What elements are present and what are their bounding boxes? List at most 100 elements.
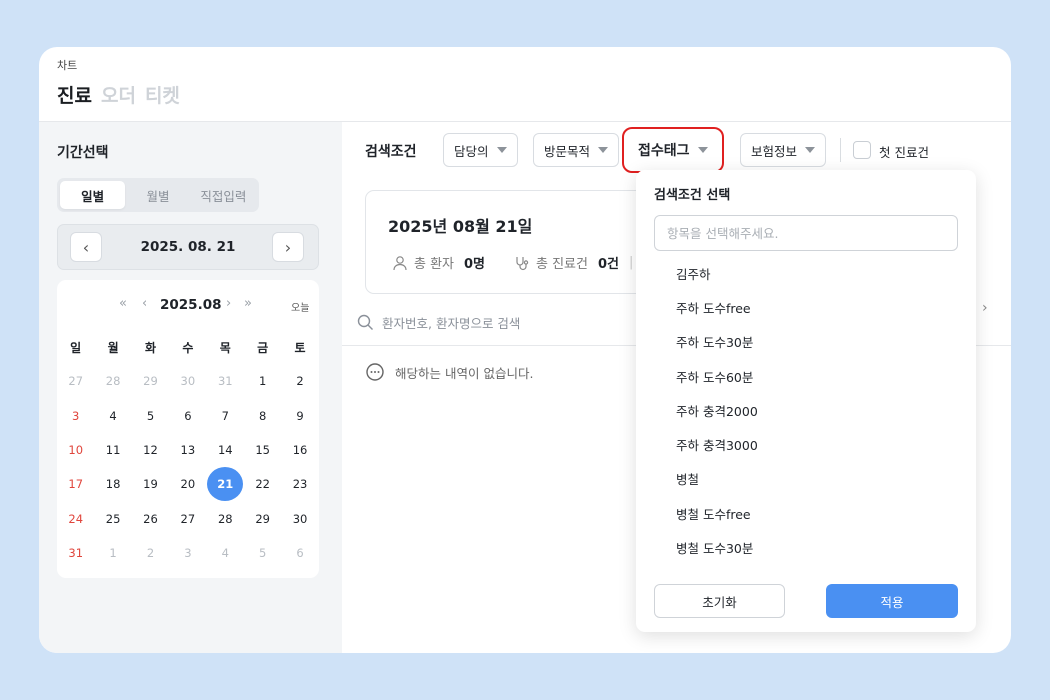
calendar-day[interactable]: 29 — [244, 501, 281, 535]
calendar-day[interactable]: 31 — [207, 364, 244, 398]
calendar-day[interactable]: 31 — [57, 536, 94, 570]
total-visits-stat: 총 진료건 0건 | — [514, 253, 633, 272]
calendar-day-number: 6 — [184, 408, 192, 423]
next-year-icon[interactable]: » — [244, 296, 252, 311]
dropdown-option[interactable]: 병철 도수30분 — [676, 530, 758, 564]
weekday-label: 수 — [182, 340, 194, 355]
calendar-day[interactable]: 5 — [132, 399, 169, 433]
total-patients-stat: 총 환자 0명 — [392, 253, 485, 272]
date-selector: ‹ 2025. 08. 21 › — [57, 224, 319, 270]
header: 차트 진료 오더 티켓 — [39, 47, 1011, 122]
period-title: 기간선택 — [57, 145, 109, 161]
calendar-day[interactable]: 3 — [169, 536, 206, 570]
apply-button[interactable]: 적용 — [826, 584, 958, 618]
mode-monthly[interactable]: 월별 — [125, 181, 190, 209]
calendar-day[interactable]: 27 — [57, 364, 94, 398]
dropdown-option[interactable]: 주하 도수60분 — [676, 359, 758, 393]
calendar-day[interactable]: 18 — [94, 467, 131, 501]
calendar-day[interactable]: 30 — [281, 501, 318, 535]
calendar-day[interactable]: 23 — [281, 467, 318, 501]
calendar-day[interactable]: 12 — [132, 433, 169, 467]
prev-year-icon[interactable]: « — [119, 296, 127, 311]
calendar-day[interactable]: 13 — [169, 433, 206, 467]
total-visits-value: 0건 — [597, 257, 619, 272]
visit-purpose-filter-button[interactable]: 방문목적 — [533, 133, 620, 167]
first-visit-checkbox[interactable] — [853, 141, 871, 159]
calendar-day[interactable]: 20 — [169, 467, 206, 501]
calendar-day[interactable]: 28 — [207, 501, 244, 535]
calendar-day[interactable]: 15 — [244, 433, 281, 467]
insurance-filter-button[interactable]: 보험정보 — [740, 133, 827, 167]
today-button[interactable]: 오늘 — [291, 299, 309, 314]
calendar-day[interactable]: 25 — [94, 501, 131, 535]
reset-button[interactable]: 초기화 — [654, 584, 785, 618]
calendar-day[interactable]: 4 — [207, 536, 244, 570]
calendar-day[interactable]: 28 — [94, 364, 131, 398]
calendar-day-number: 3 — [184, 545, 192, 560]
dropdown-option[interactable]: 주하 충격2000 — [676, 393, 758, 427]
dropdown-option[interactable]: 병철 도수free — [676, 496, 758, 530]
dropdown-option[interactable]: 주하 도수free — [676, 290, 758, 324]
next-month-icon[interactable]: › — [226, 296, 231, 311]
calendar-day[interactable]: 9 — [281, 399, 318, 433]
calendar-day[interactable]: 8 — [244, 399, 281, 433]
calendar-day[interactable]: 16 — [281, 433, 318, 467]
total-patients-label: 총 환자 — [414, 257, 455, 272]
doctor-filter-label: 담당의 — [454, 143, 489, 159]
calendar-day[interactable]: 3 — [57, 399, 94, 433]
dropdown-option[interactable]: 김주하 — [676, 256, 758, 290]
chevron-right-icon[interactable]: › — [982, 300, 988, 316]
calendar-day[interactable]: 29 — [132, 364, 169, 398]
calendar-day[interactable]: 2 — [281, 364, 318, 398]
calendar-day-number: 20 — [180, 477, 196, 492]
calendar-day[interactable]: 7 — [207, 399, 244, 433]
dropdown-option[interactable]: 병철 — [676, 462, 758, 496]
calendar-day-number: 21 — [207, 467, 244, 502]
calendar-day[interactable]: 2 — [132, 536, 169, 570]
patient-search[interactable]: 환자번호, 환자명으로 검색 — [357, 313, 520, 332]
next-day-button[interactable]: › — [272, 232, 304, 262]
calendar-day[interactable]: 5 — [244, 536, 281, 570]
calendar-day[interactable]: 1 — [94, 536, 131, 570]
calendar-day[interactable]: 10 — [57, 433, 94, 467]
calendar-day[interactable]: 6 — [281, 536, 318, 570]
calendar: « ‹ 2025.08 › » 오늘 일 월 화 수 목 금 토 27 28 29 30 31 1 2 3 4… — [57, 280, 319, 578]
tab-treatment[interactable]: 진료 — [57, 81, 92, 108]
calendar-day[interactable]: 1 — [244, 364, 281, 398]
calendar-day[interactable]: 17 — [57, 467, 94, 501]
calendar-day-number: 30 — [180, 374, 196, 389]
calendar-day[interactable]: 11 — [94, 433, 131, 467]
mode-daily[interactable]: 일별 — [60, 181, 126, 209]
calendar-day-number: 2 — [146, 545, 155, 560]
calendar-day[interactable]: 27 — [169, 501, 206, 535]
calendar-day[interactable]: 22 — [244, 467, 281, 501]
calendar-day[interactable]: 30 — [169, 364, 206, 398]
empty-message: 해당하는 내역이 없습니다. — [395, 365, 534, 381]
tab-order[interactable]: 오더 — [101, 81, 136, 108]
calendar-day[interactable]: 26 — [132, 501, 169, 535]
weekday-label: 토 — [294, 340, 306, 355]
calendar-day-number: 18 — [105, 477, 121, 492]
dropdown-option[interactable]: 주하 충격3000 — [676, 427, 758, 461]
reception-tag-filter-button[interactable]: 접수태그 — [622, 127, 724, 173]
prev-month-icon[interactable]: ‹ — [142, 296, 147, 311]
doctor-filter-button[interactable]: 담당의 — [443, 133, 518, 167]
calendar-day[interactable]: 14 — [207, 433, 244, 467]
calendar-day[interactable]: 24 — [57, 501, 94, 535]
filter-divider — [840, 138, 841, 162]
dropdown-option[interactable]: 주하 도수30분 — [676, 325, 758, 359]
chat-bubble-icon — [366, 363, 384, 381]
visit-purpose-filter-label: 방문목적 — [544, 143, 591, 159]
calendar-day[interactable]: 4 — [94, 399, 131, 433]
dropdown-search-input[interactable] — [654, 215, 958, 251]
period-panel: 기간선택 일별 월별 직접입력 ‹ 2025. 08. 21 › « ‹ 20 2… — [39, 122, 342, 653]
calendar-day-number: 27 — [68, 374, 84, 389]
calendar-week: 3 4 5 6 7 8 9 — [57, 399, 319, 433]
mode-custom[interactable]: 직접입력 — [191, 181, 256, 209]
calendar-day-selected[interactable]: 21 — [207, 467, 244, 502]
calendar-day[interactable]: 6 — [169, 399, 206, 433]
tab-ticket[interactable]: 티켓 — [145, 81, 180, 108]
weekday-row: 일월화수목금토 — [57, 330, 319, 364]
calendar-day[interactable]: 19 — [132, 467, 169, 501]
calendar-week: 10 11 12 13 14 15 16 — [57, 433, 319, 467]
